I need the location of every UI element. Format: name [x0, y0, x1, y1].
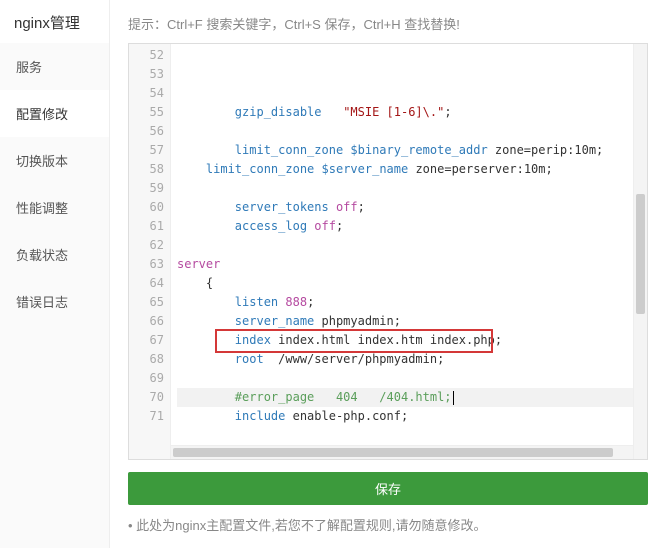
horizontal-scrollbar[interactable]: [171, 445, 633, 459]
vertical-scroll-thumb[interactable]: [636, 194, 645, 314]
code-line[interactable]: gzip_disable "MSIE [1-6]\.";: [177, 103, 647, 122]
code-line[interactable]: [177, 236, 647, 255]
code-line[interactable]: listen 888;: [177, 293, 647, 312]
vertical-scrollbar[interactable]: [633, 44, 647, 459]
code-line[interactable]: server_tokens off;: [177, 198, 647, 217]
main-panel: 提示：Ctrl+F 搜索关键字，Ctrl+S 保存，Ctrl+H 查找替换! 5…: [110, 0, 666, 548]
code-line[interactable]: [177, 369, 647, 388]
code-line[interactable]: server: [177, 255, 647, 274]
code-line[interactable]: include enable-php.conf;: [177, 407, 647, 426]
sidebar-item-0[interactable]: 服务: [0, 43, 109, 90]
code-line[interactable]: root /www/server/phpmyadmin;: [177, 350, 647, 369]
hint-text: 提示：Ctrl+F 搜索关键字，Ctrl+S 保存，Ctrl+H 查找替换!: [128, 0, 648, 43]
code-line[interactable]: [177, 179, 647, 198]
sidebar-item-2[interactable]: 切换版本: [0, 137, 109, 184]
page-title: nginx管理: [0, 0, 109, 43]
code-line[interactable]: access_log off;: [177, 217, 647, 236]
code-line[interactable]: server_name phpmyadmin;: [177, 312, 647, 331]
code-line[interactable]: [177, 426, 647, 445]
code-area[interactable]: gzip_disable "MSIE [1-6]\."; limit_conn_…: [171, 44, 647, 459]
code-line[interactable]: #error_page 404 /404.html;: [177, 388, 647, 407]
code-line[interactable]: index index.html index.htm index.php;: [177, 331, 647, 350]
code-line[interactable]: limit_conn_zone $server_name zone=perser…: [177, 160, 647, 179]
note-text: 此处为nginx主配置文件,若您不了解配置规则,请勿随意修改。: [128, 515, 648, 534]
line-gutter: 5253545556575859606162636465666768697071: [129, 44, 171, 459]
code-line[interactable]: {: [177, 274, 647, 293]
sidebar-item-4[interactable]: 负载状态: [0, 231, 109, 278]
sidebar-item-1[interactable]: 配置修改: [0, 90, 109, 137]
horizontal-scroll-thumb[interactable]: [173, 448, 613, 457]
sidebar: nginx管理 服务配置修改切换版本性能调整负载状态错误日志: [0, 0, 110, 548]
code-line[interactable]: [177, 122, 647, 141]
code-editor[interactable]: 5253545556575859606162636465666768697071…: [128, 43, 648, 460]
sidebar-item-3[interactable]: 性能调整: [0, 184, 109, 231]
code-line[interactable]: limit_conn_zone $binary_remote_addr zone…: [177, 141, 647, 160]
save-button[interactable]: 保存: [128, 472, 648, 505]
sidebar-item-5[interactable]: 错误日志: [0, 278, 109, 325]
